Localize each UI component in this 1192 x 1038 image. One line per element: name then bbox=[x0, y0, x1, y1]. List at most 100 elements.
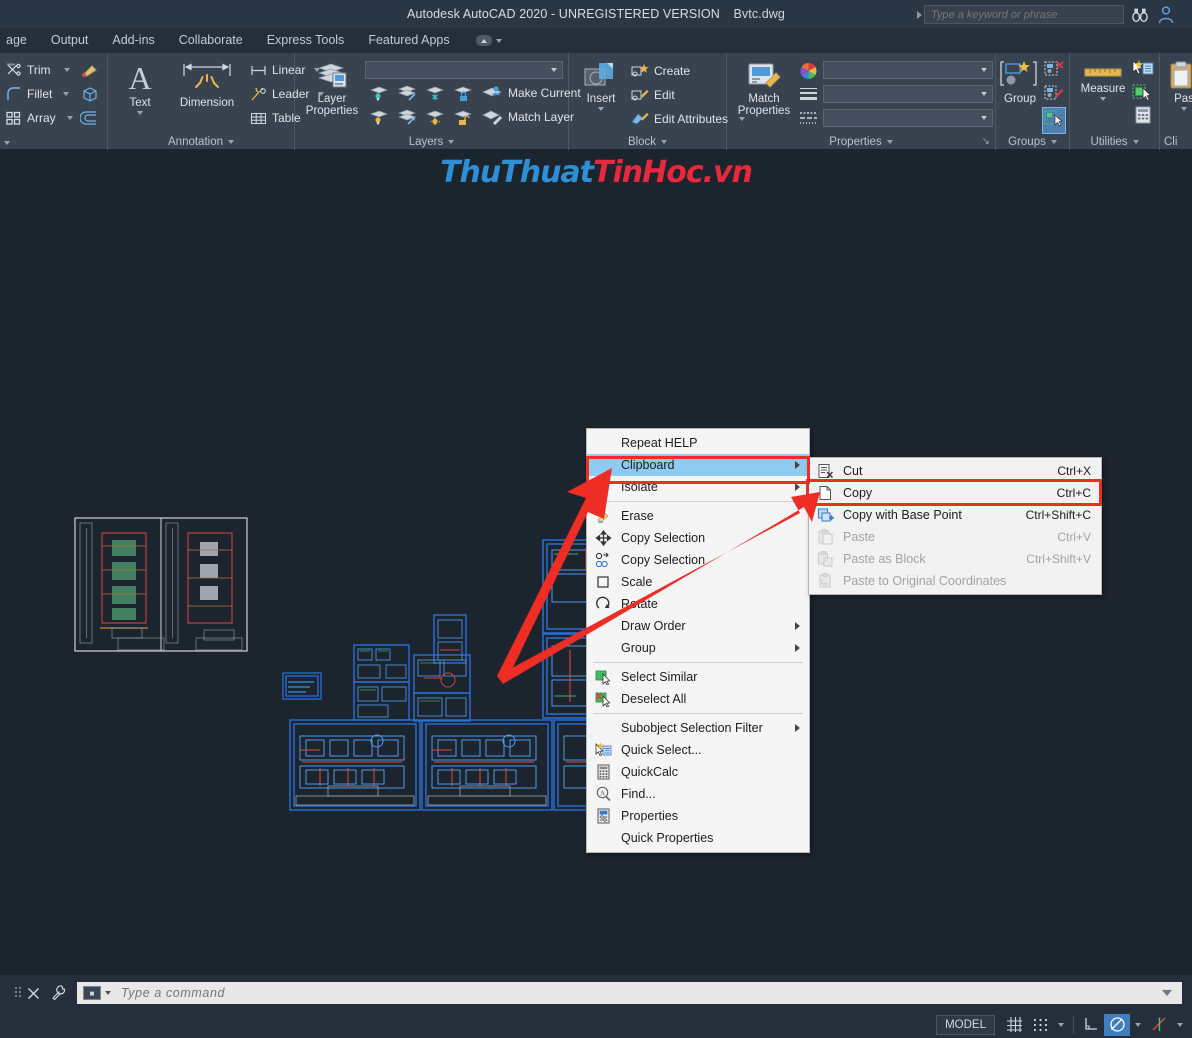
command-history-caret-icon[interactable] bbox=[1162, 990, 1172, 996]
command-input[interactable] bbox=[121, 986, 1162, 1000]
layers-panel-label[interactable]: Layers bbox=[295, 136, 568, 148]
menu-item-scale[interactable]: Scale bbox=[587, 571, 809, 593]
tab-featured-apps[interactable]: Featured Apps bbox=[356, 28, 461, 53]
match-layer-button[interactable]: Match Layer bbox=[481, 108, 574, 125]
command-input-area[interactable]: ■ bbox=[77, 982, 1182, 1004]
edit-block-button[interactable]: Edit bbox=[631, 87, 675, 102]
layer-lock-button[interactable] bbox=[453, 84, 473, 106]
menu-item-quickcalc[interactable]: QuickCalc bbox=[587, 761, 809, 783]
menu-item-quick-select[interactable]: Quick Select... bbox=[587, 739, 809, 761]
linetype-combo[interactable] bbox=[823, 109, 993, 127]
menu-item-repeat-help[interactable]: Repeat HELP bbox=[587, 432, 809, 454]
properties-panel-label[interactable]: Properties bbox=[727, 136, 995, 148]
array-button[interactable]: Array bbox=[6, 111, 73, 125]
submenu-item-cut[interactable]: Cut Ctrl+X bbox=[809, 460, 1101, 482]
menu-item-move[interactable]: Copy Selection bbox=[587, 527, 809, 549]
layer-combo[interactable] bbox=[365, 61, 563, 79]
annotation-panel-label[interactable]: Annotation bbox=[108, 136, 294, 148]
model-space-toggle[interactable]: MODEL bbox=[936, 1014, 995, 1035]
tab-express-tools[interactable]: Express Tools bbox=[255, 28, 357, 53]
chevron-down-icon[interactable] bbox=[63, 92, 70, 96]
lineweight-icon[interactable] bbox=[799, 86, 818, 109]
ribbon-minimize-button[interactable] bbox=[475, 35, 502, 46]
menu-item-erase[interactable]: Erase bbox=[587, 505, 809, 527]
color-wheel-icon[interactable] bbox=[799, 62, 818, 85]
create-block-button[interactable]: Create bbox=[631, 63, 690, 78]
select-similar-button[interactable] bbox=[1132, 83, 1154, 106]
chevron-down-icon[interactable] bbox=[137, 111, 143, 115]
lineweight-combo[interactable] bbox=[823, 85, 993, 103]
group-button[interactable]: Group bbox=[998, 59, 1042, 105]
block-panel-label[interactable]: Block bbox=[569, 136, 726, 148]
chevron-down-icon[interactable] bbox=[598, 107, 604, 111]
layer-unlock-button[interactable] bbox=[453, 108, 473, 130]
menu-item-draw-order[interactable]: Draw Order bbox=[587, 615, 809, 637]
chevron-down-icon[interactable] bbox=[1100, 97, 1106, 101]
quick-select-button[interactable] bbox=[1132, 60, 1154, 83]
tab-collaborate[interactable]: Collaborate bbox=[167, 28, 255, 53]
layer-thaw-button[interactable] bbox=[425, 108, 445, 130]
menu-item-properties[interactable]: Properties bbox=[587, 805, 809, 827]
polar-caret-icon[interactable] bbox=[1130, 1014, 1146, 1036]
group-edit-button[interactable] bbox=[1044, 84, 1064, 107]
properties-dialog-launcher[interactable]: ↘ bbox=[982, 136, 990, 147]
chevron-down-icon[interactable] bbox=[63, 68, 70, 72]
layer-freeze-button[interactable] bbox=[425, 84, 445, 106]
clipboard-submenu[interactable]: Cut Ctrl+X Copy Ctrl+C Copy with Base Po… bbox=[808, 457, 1102, 595]
infocenter-search-box[interactable] bbox=[924, 5, 1124, 24]
erase-brush-button[interactable] bbox=[80, 62, 100, 83]
drawing-canvas[interactable]: ThuThuatTinHoc.vn Repeat HELP Clipboard … bbox=[0, 150, 1192, 975]
insert-button[interactable]: Insert bbox=[575, 61, 627, 111]
layer-isolate-button[interactable] bbox=[369, 84, 389, 106]
chevron-down-icon[interactable] bbox=[1181, 107, 1187, 111]
3d-box-button[interactable] bbox=[80, 86, 100, 107]
menu-item-quick-properties[interactable]: Quick Properties bbox=[587, 827, 809, 849]
menu-item-clipboard[interactable]: Clipboard bbox=[587, 454, 809, 476]
menu-item-isolate[interactable]: Isolate bbox=[587, 476, 809, 498]
osnap-caret-icon[interactable] bbox=[1172, 1014, 1188, 1036]
group-selection-toggle-button[interactable] bbox=[1042, 107, 1066, 134]
layer-properties-button[interactable]: Layer Properties bbox=[301, 61, 363, 117]
menu-item-subobject-selection-filter[interactable]: Subobject Selection Filter bbox=[587, 717, 809, 739]
ortho-mode-icon[interactable] bbox=[1078, 1014, 1104, 1036]
polar-tracking-icon[interactable] bbox=[1104, 1013, 1130, 1036]
menu-item-select-similar[interactable]: Select Similar bbox=[587, 666, 809, 688]
infocenter-caret-icon[interactable] bbox=[917, 11, 922, 19]
object-snap-icon[interactable] bbox=[1146, 1014, 1172, 1036]
dimension-button[interactable]: Dimension bbox=[168, 61, 246, 109]
signin-person-icon[interactable] bbox=[1156, 5, 1176, 24]
linetype-icon[interactable] bbox=[799, 110, 818, 133]
text-button[interactable]: A Text bbox=[116, 61, 164, 115]
fillet-button[interactable]: Fillet bbox=[6, 87, 70, 101]
trim-button[interactable]: Trim bbox=[6, 63, 70, 77]
measure-button[interactable]: Measure bbox=[1074, 65, 1132, 101]
submenu-item-copy-with-base-point[interactable]: Copy with Base Point Ctrl+Shift+C bbox=[809, 504, 1101, 526]
tab-add-ins[interactable]: Add-ins bbox=[100, 28, 166, 53]
layer-off-button[interactable] bbox=[369, 108, 389, 130]
match-properties-button[interactable]: Match Properties bbox=[733, 61, 795, 117]
tab-output[interactable]: Output bbox=[39, 28, 101, 53]
groups-panel-label[interactable]: Groups bbox=[996, 136, 1069, 148]
tab-age[interactable]: age bbox=[0, 28, 39, 53]
snap-mode-icon[interactable] bbox=[1027, 1014, 1053, 1036]
color-combo[interactable] bbox=[823, 61, 993, 79]
context-menu[interactable]: Repeat HELP Clipboard Isolate Erase Copy… bbox=[586, 428, 810, 853]
chevron-down-icon[interactable] bbox=[105, 991, 111, 995]
paste-ribbon-button[interactable]: Pas bbox=[1164, 61, 1192, 111]
grid-display-icon[interactable] bbox=[1001, 1014, 1027, 1036]
clipboard-panel-label[interactable]: Cli bbox=[1160, 136, 1192, 148]
layer-unisolate-button[interactable] bbox=[397, 84, 417, 106]
search-input[interactable] bbox=[925, 8, 1123, 21]
search-binoculars-icon[interactable] bbox=[1130, 5, 1150, 24]
snap-caret-icon[interactable] bbox=[1053, 1014, 1069, 1036]
submenu-item-copy[interactable]: Copy Ctrl+C bbox=[809, 482, 1101, 504]
menu-item-find[interactable]: A Find... bbox=[587, 783, 809, 805]
utilities-panel-label[interactable]: Utilities bbox=[1070, 136, 1159, 148]
menu-item-group[interactable]: Group bbox=[587, 637, 809, 659]
layer-turn-all-on-button[interactable] bbox=[397, 108, 417, 130]
panel-expand-caret-icon[interactable] bbox=[4, 141, 10, 145]
menu-item-copy-selection[interactable]: Copy Selection Copy Selection bbox=[587, 549, 809, 571]
offset-button[interactable] bbox=[79, 110, 100, 131]
make-current-button[interactable]: Make Current bbox=[481, 84, 581, 101]
table-button[interactable]: Table bbox=[250, 111, 301, 125]
